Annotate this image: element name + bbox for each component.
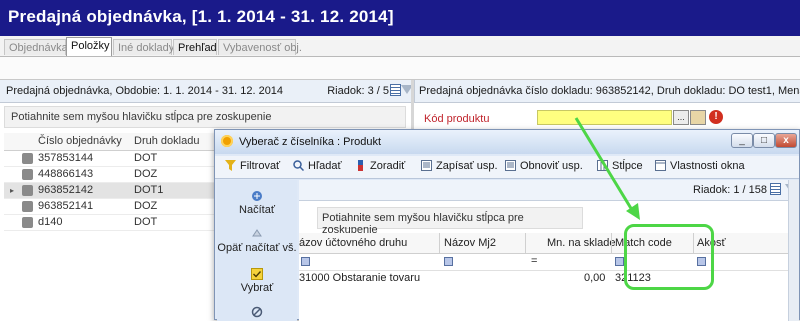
annotation-arrow bbox=[574, 117, 640, 220]
